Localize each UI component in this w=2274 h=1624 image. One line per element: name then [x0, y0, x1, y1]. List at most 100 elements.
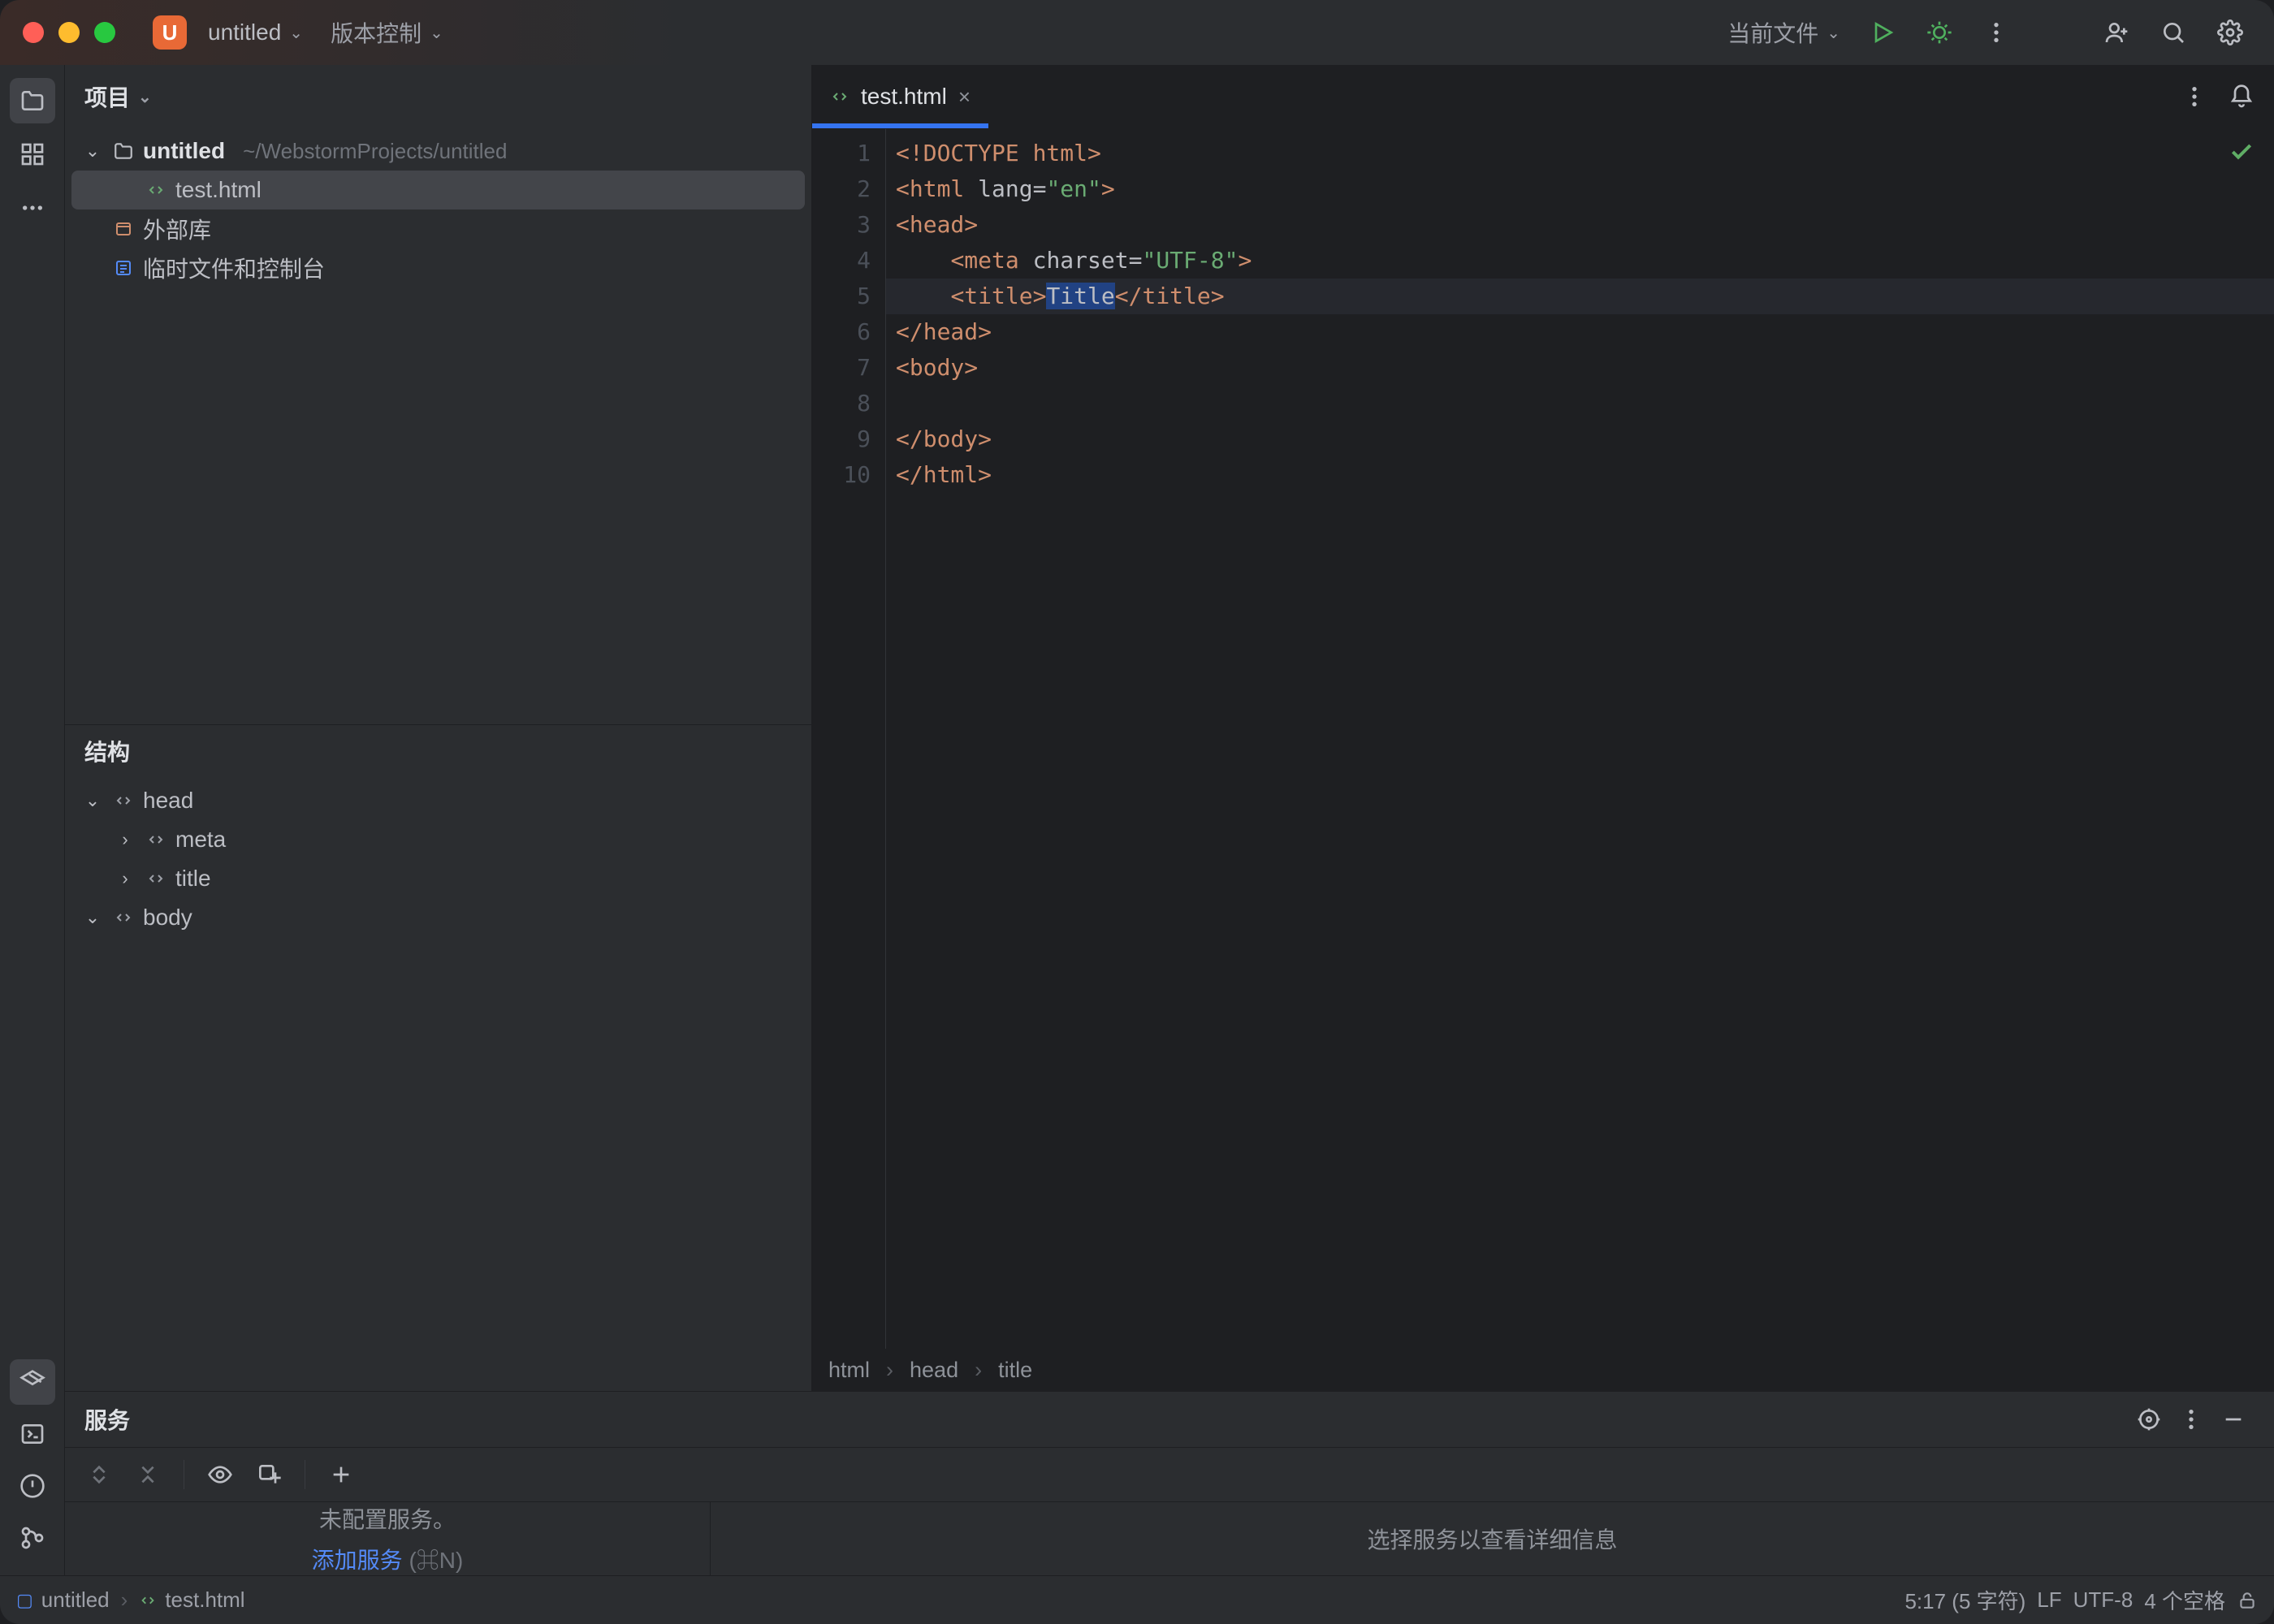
caret-position[interactable]: 5:17 (5 字符): [1904, 1585, 2025, 1615]
chevron-right-icon: ›: [886, 1358, 893, 1383]
nav-project-label: untitled: [41, 1587, 110, 1613]
structure-node-title[interactable]: › title: [71, 859, 805, 898]
breadcrumb-item[interactable]: html: [828, 1358, 870, 1383]
library-icon: [112, 219, 135, 239]
filter-button[interactable]: [248, 1453, 290, 1496]
tree-scratches[interactable]: · 临时文件和控制台: [71, 248, 805, 287]
debug-button[interactable]: [1918, 11, 1961, 54]
node-label: head: [143, 788, 193, 814]
file-encoding[interactable]: UTF-8: [2073, 1587, 2133, 1613]
tree-root[interactable]: ⌄ untitled ~/WebstormProjects/untitled: [71, 132, 805, 171]
services-panel: 服务: [65, 1391, 2274, 1575]
vcs-tool-button[interactable]: [10, 1515, 55, 1561]
structure-panel-header[interactable]: 结构: [65, 724, 811, 778]
problems-tool-button[interactable]: [10, 1463, 55, 1509]
services-more-button[interactable]: [2170, 1398, 2212, 1440]
structure-node-body[interactable]: ⌄ body: [71, 898, 805, 937]
window-controls: [23, 22, 115, 43]
inspection-ok-icon[interactable]: [2229, 139, 2255, 165]
nav-file[interactable]: test.html: [139, 1587, 244, 1613]
editor-area: test.html × 1: [812, 65, 2274, 1391]
node-label: body: [143, 905, 192, 931]
terminal-tool-button[interactable]: [10, 1411, 55, 1457]
structure-tool-button[interactable]: [10, 132, 55, 177]
chevron-down-icon: ⌄: [138, 87, 152, 107]
tree-external-libs[interactable]: · 外部库: [71, 209, 805, 248]
scratches-icon: [112, 258, 135, 278]
close-window-button[interactable]: [23, 22, 44, 43]
tag-icon: [145, 830, 167, 849]
chevron-down-icon: ⌄: [289, 23, 303, 43]
run-config-dropdown[interactable]: 当前文件 ⌄: [1721, 11, 1847, 54]
services-empty-left: 未配置服务。 添加服务 (⌘N): [65, 1502, 711, 1575]
breadcrumb-item[interactable]: head: [910, 1358, 958, 1383]
code-editor[interactable]: 1 2 3 4 5 6 7 8 9 10 <!DOCTYPE html> <ht…: [812, 128, 2274, 1349]
collapse-all-button[interactable]: [127, 1453, 169, 1496]
vcs-dropdown[interactable]: 版本控制 ⌄: [324, 11, 450, 54]
project-panel-title: 项目: [84, 80, 130, 113]
tree-file-test-html[interactable]: · test.html: [71, 171, 805, 209]
services-toolbar: [65, 1447, 2274, 1502]
root-name: untitled: [143, 138, 225, 163]
structure-node-meta[interactable]: › meta: [71, 820, 805, 859]
module-icon: ▢: [16, 1590, 33, 1611]
project-dropdown[interactable]: untitled ⌄: [201, 15, 309, 50]
services-detail-placeholder: 选择服务以查看详细信息: [711, 1502, 2274, 1575]
tab-test-html[interactable]: test.html ×: [812, 65, 988, 128]
html-file-icon: [139, 1592, 157, 1609]
code-content[interactable]: <!DOCTYPE html> <html lang="en"> <head> …: [885, 129, 2274, 1349]
editor-tabs: test.html ×: [812, 65, 2274, 128]
run-config-label: 当前文件: [1727, 16, 1818, 49]
structure-panel-title: 结构: [84, 735, 130, 767]
services-panel-title: 服务: [84, 1403, 130, 1436]
sidebar: 项目 ⌄ ⌄ untitled ~/WebstormProjects/untit…: [65, 65, 812, 1391]
project-tree: ⌄ untitled ~/WebstormProjects/untitled ·…: [65, 128, 811, 291]
scratches-label: 临时文件和控制台: [143, 252, 325, 284]
tag-icon: [112, 908, 135, 927]
caret-right-icon: ›: [114, 829, 136, 850]
readonly-toggle[interactable]: [2237, 1590, 2258, 1611]
code-with-me-button[interactable]: [2095, 11, 2138, 54]
minimize-window-button[interactable]: [58, 22, 80, 43]
close-tab-button[interactable]: ×: [958, 84, 971, 110]
caret-down-icon: ⌄: [81, 790, 104, 811]
html-file-icon: [145, 180, 167, 200]
editor-more-button[interactable]: [2173, 76, 2216, 118]
left-tool-rail: [0, 65, 65, 1575]
nav-file-label: test.html: [165, 1587, 244, 1613]
add-service-link[interactable]: 添加服务: [312, 1548, 403, 1573]
more-actions-button[interactable]: [1975, 11, 2017, 54]
indent-settings[interactable]: 4 个空格: [2144, 1585, 2225, 1615]
breadcrumb-item[interactable]: title: [998, 1358, 1032, 1383]
tag-icon: [145, 869, 167, 888]
more-tool-button[interactable]: [10, 185, 55, 231]
structure-node-head[interactable]: ⌄ head: [71, 781, 805, 820]
project-panel-header[interactable]: 项目 ⌄: [65, 65, 811, 128]
settings-button[interactable]: [2209, 11, 2251, 54]
expand-all-button[interactable]: [78, 1453, 120, 1496]
structure-tree: ⌄ head › meta › title ⌄: [65, 778, 811, 1391]
nav-project[interactable]: ▢ untitled: [16, 1587, 110, 1613]
vcs-label: 版本控制: [331, 16, 422, 49]
tab-label: test.html: [861, 84, 947, 110]
hide-panel-button[interactable]: [2212, 1398, 2255, 1440]
project-badge[interactable]: U: [153, 15, 187, 50]
services-empty-message: 未配置服务。: [319, 1502, 456, 1535]
html-file-icon: [830, 87, 850, 106]
line-separator[interactable]: LF: [2037, 1587, 2061, 1613]
services-target-button[interactable]: [2128, 1398, 2170, 1440]
add-service-hint: (⌘N): [409, 1548, 463, 1573]
caret-down-icon: ⌄: [81, 907, 104, 928]
services-tool-button[interactable]: [10, 1359, 55, 1405]
services-panel-header: 服务: [65, 1392, 2274, 1447]
caret-down-icon: ⌄: [81, 140, 104, 162]
view-mode-button[interactable]: [199, 1453, 241, 1496]
notifications-button[interactable]: [2220, 76, 2263, 118]
run-button[interactable]: [1861, 11, 1904, 54]
statusbar: ▢ untitled › test.html 5:17 (5 字符) LF UT…: [0, 1575, 2274, 1624]
search-button[interactable]: [2152, 11, 2194, 54]
selected-text: Title: [1046, 283, 1114, 309]
project-tool-button[interactable]: [10, 78, 55, 123]
add-service-button[interactable]: [320, 1453, 362, 1496]
maximize-window-button[interactable]: [94, 22, 115, 43]
